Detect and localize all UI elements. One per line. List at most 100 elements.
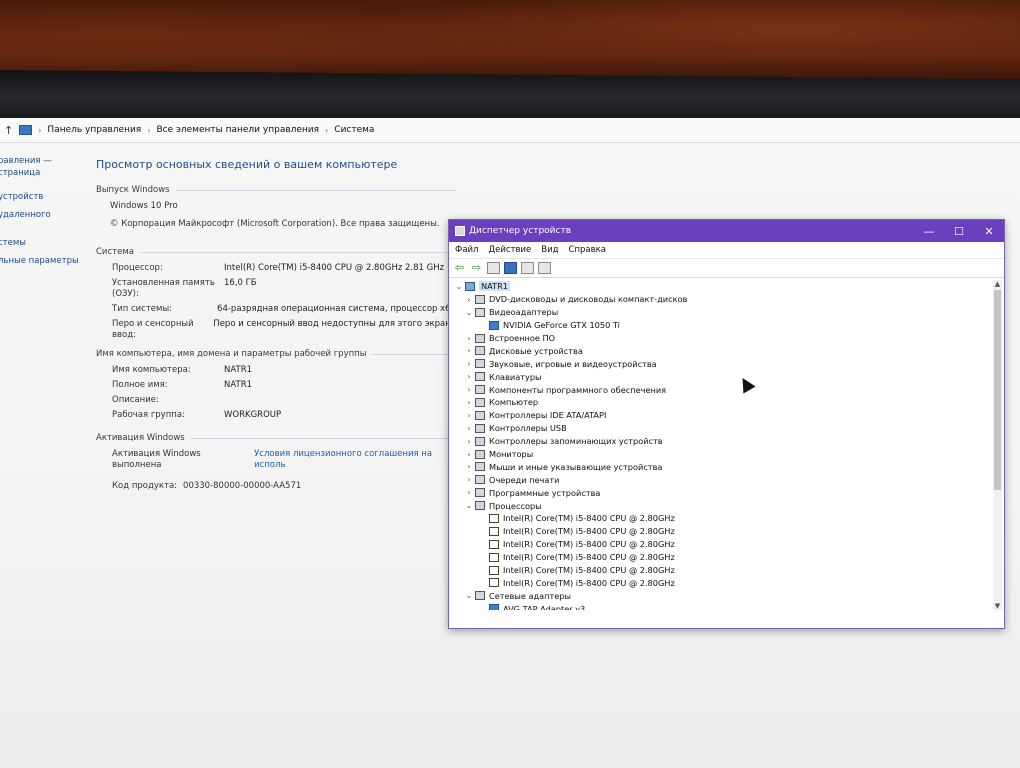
- computer-icon: [465, 281, 475, 291]
- help-icon[interactable]: [504, 262, 517, 274]
- info-key: Полное имя:: [112, 380, 168, 390]
- tree-node[interactable]: › Клавиатуры: [453, 370, 988, 383]
- info-row: Установленная память (ОЗУ): 16,0 ГБ: [112, 278, 456, 300]
- section-activation: Активация Windows: [96, 433, 456, 443]
- activation-row: Активация Windows выполнена Условия лице…: [112, 449, 456, 471]
- menu-file[interactable]: Файл: [455, 245, 478, 255]
- tree-node[interactable]: › Мониторы: [453, 448, 988, 461]
- tree-node[interactable]: › Встроенное ПО: [453, 332, 988, 345]
- scrollbar-thumb[interactable]: [994, 290, 1001, 490]
- info-key: Имя компьютера:: [112, 365, 191, 375]
- tree-node[interactable]: Intel(R) Core(TM) i5-8400 CPU @ 2.80GHz: [453, 512, 988, 525]
- breadcrumb-control-panel[interactable]: Панель управления: [47, 125, 141, 135]
- info-row: Процессор: Intel(R) Core(TM) i5-8400 CPU …: [112, 263, 456, 274]
- device-icon: [489, 320, 499, 330]
- tree-node[interactable]: › Очереди печати: [453, 473, 988, 486]
- tree-node-label: Видеоадаптеры: [489, 307, 559, 318]
- chevron-down-icon[interactable]: ⌄: [463, 501, 475, 510]
- leftnav-item-protection[interactable]: стемы: [0, 238, 88, 256]
- chevron-right-icon[interactable]: ›: [463, 372, 475, 381]
- chevron-right-icon[interactable]: ›: [463, 424, 475, 433]
- chevron-right-icon[interactable]: ›: [463, 334, 475, 343]
- tree-node[interactable]: ⌄ Сетевые адаптеры: [453, 589, 988, 602]
- chevron-right-icon[interactable]: ›: [463, 475, 475, 484]
- back-arrow-icon[interactable]: ⇦: [453, 262, 466, 274]
- menu-action[interactable]: Действие: [488, 245, 531, 255]
- driver-icon[interactable]: [521, 262, 534, 274]
- product-key-row: Код продукта: 00330-80000-00000-AA571: [112, 481, 456, 492]
- section-title: Система: [96, 247, 134, 257]
- chevron-right-icon[interactable]: ›: [463, 346, 475, 355]
- tree-node[interactable]: ⌄ Видеоадаптеры: [453, 306, 988, 319]
- tree-node[interactable]: Intel(R) Core(TM) i5-8400 CPU @ 2.80GHz: [453, 525, 988, 538]
- leftnav-item-remote[interactable]: удаленного: [0, 210, 88, 238]
- breadcrumb-system[interactable]: Система: [334, 125, 374, 135]
- info-value: 16,0 ГБ: [224, 278, 257, 288]
- tree-node[interactable]: Intel(R) Core(TM) i5-8400 CPU @ 2.80GHz: [453, 551, 988, 564]
- leftnav-item-devices[interactable]: устройств: [0, 192, 88, 210]
- tree-node[interactable]: NVIDIA GeForce GTX 1050 Ti: [453, 319, 988, 332]
- tree-node[interactable]: › Мыши и иные указывающие устройства: [453, 460, 988, 473]
- maximize-button[interactable]: ☐: [944, 225, 974, 238]
- leftnav-item[interactable]: страница: [0, 168, 88, 192]
- device-icon: [475, 591, 485, 601]
- tree-node-label: Контроллеры IDE ATA/ATAPI: [489, 410, 607, 421]
- breadcrumb-all-items[interactable]: Все элементы панели управления: [156, 125, 319, 135]
- chevron-right-icon[interactable]: ›: [463, 398, 475, 407]
- info-value: WORKGROUP: [224, 410, 282, 420]
- device-icon: [475, 423, 485, 433]
- tree-node[interactable]: › Компоненты программного обеспечения: [453, 383, 988, 396]
- address-bar[interactable]: ↑ › Панель управления › Все элементы пан…: [0, 118, 1020, 143]
- device-manager-window[interactable]: Диспетчер устройств — ☐ ✕ Файл Действие …: [448, 219, 1005, 629]
- chevron-right-icon[interactable]: ›: [463, 488, 475, 497]
- tree-node[interactable]: › Программные устройства: [453, 486, 988, 499]
- chevron-right-icon[interactable]: ›: [463, 437, 475, 446]
- dm-scrollbar[interactable]: ▲ ▼: [993, 280, 1002, 610]
- tree-node[interactable]: AVG TAP Adapter v3: [453, 602, 988, 610]
- tree-node[interactable]: › Контроллеры запоминающих устройств: [453, 435, 988, 448]
- tree-node-label: NVIDIA GeForce GTX 1050 Ti: [503, 320, 620, 331]
- chevron-right-icon[interactable]: ›: [463, 462, 475, 471]
- menu-view[interactable]: Вид: [541, 245, 558, 255]
- tree-node[interactable]: › Компьютер: [453, 396, 988, 409]
- leftnav-item[interactable]: равления —: [0, 156, 88, 168]
- scroll-up-icon[interactable]: ▲: [993, 280, 1002, 288]
- leftnav-item-advanced[interactable]: льные параметры: [0, 256, 88, 274]
- properties-icon[interactable]: [487, 262, 500, 274]
- tree-node[interactable]: › Дисковые устройства: [453, 344, 988, 357]
- forward-arrow-icon[interactable]: ⇨: [470, 262, 483, 274]
- tree-node[interactable]: › DVD-дисководы и дисководы компакт-диско…: [453, 293, 988, 306]
- device-icon: [475, 294, 485, 304]
- tree-node[interactable]: Intel(R) Core(TM) i5-8400 CPU @ 2.80GHz: [453, 576, 988, 589]
- menu-help[interactable]: Справка: [569, 245, 606, 255]
- cpu-icon: [489, 513, 499, 523]
- tree-node[interactable]: › Контроллеры IDE ATA/ATAPI: [453, 409, 988, 422]
- tree-root[interactable]: ⌄ NATR1: [453, 280, 988, 293]
- tree-node[interactable]: Intel(R) Core(TM) i5-8400 CPU @ 2.80GHz: [453, 564, 988, 577]
- close-button[interactable]: ✕: [974, 225, 1004, 238]
- chevron-down-icon[interactable]: ⌄: [463, 591, 475, 600]
- tree-node-label: Сетевые адаптеры: [489, 590, 572, 601]
- chevron-right-icon[interactable]: ›: [463, 450, 475, 459]
- info-key: Описание:: [112, 395, 159, 405]
- chevron-right-icon[interactable]: ›: [463, 295, 475, 304]
- tree-node[interactable]: › Звуковые, игровые и видеоустройства: [453, 357, 988, 370]
- tree-node[interactable]: ⌄ Процессоры: [453, 499, 988, 512]
- chevron-right-icon[interactable]: ›: [463, 385, 475, 394]
- tree-node[interactable]: Intel(R) Core(TM) i5-8400 CPU @ 2.80GHz: [453, 538, 988, 551]
- chevron-right-icon[interactable]: ›: [463, 359, 475, 368]
- chevron-right-icon[interactable]: ›: [463, 411, 475, 420]
- dm-titlebar[interactable]: Диспетчер устройств — ☐ ✕: [449, 220, 1004, 242]
- license-terms-link[interactable]: Условия лицензионного соглашения на испо…: [254, 449, 456, 471]
- chevron-down-icon[interactable]: ⌄: [463, 308, 475, 317]
- scan-hardware-icon[interactable]: [538, 262, 551, 274]
- minimize-button[interactable]: —: [914, 225, 944, 238]
- section-system: Система: [96, 247, 456, 257]
- up-arrow-icon[interactable]: ↑: [4, 124, 13, 137]
- device-tree[interactable]: ⌄ NATR1 › DVD-дисководы и дисководы компа…: [453, 280, 988, 610]
- scroll-down-icon[interactable]: ▼: [993, 602, 1002, 610]
- dm-menubar: Файл Действие Вид Справка: [449, 242, 1004, 259]
- tree-node-label: Контроллеры USB: [489, 423, 567, 434]
- tree-node[interactable]: › Контроллеры USB: [453, 422, 988, 435]
- chevron-down-icon[interactable]: ⌄: [453, 282, 465, 291]
